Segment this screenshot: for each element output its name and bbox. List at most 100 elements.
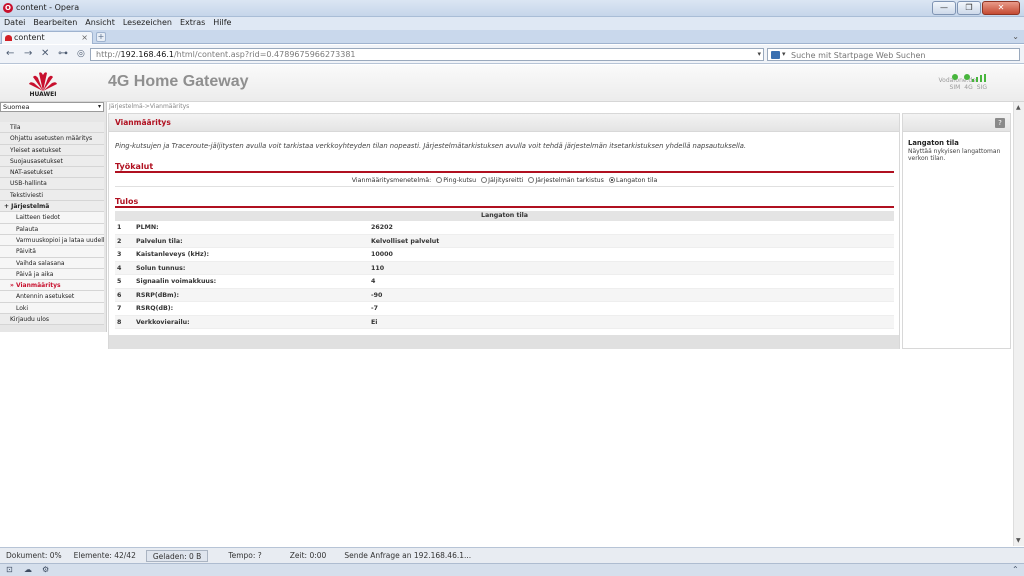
tab-content[interactable]: content × — [1, 31, 93, 44]
sidebar-item-wizard[interactable]: Ohjattu asetusten määritys — [0, 133, 104, 145]
radio-system-check[interactable] — [528, 177, 535, 183]
row-number: 8 — [117, 318, 122, 326]
sidebar-item-backup[interactable]: Varmuuskopioi ja lataa uudelleen — [0, 234, 104, 247]
method-label: Vianmääritysmenetelmä: — [351, 177, 432, 184]
sidebar-item-logout[interactable]: Kirjaudu ulos — [0, 314, 104, 326]
search-engine-dropdown-icon[interactable]: ▾ — [782, 50, 786, 58]
menu-extras[interactable]: Extras — [180, 17, 205, 30]
sidebar-item-log[interactable]: Loki — [0, 302, 104, 315]
menu-hilfe[interactable]: Hilfe — [213, 17, 231, 30]
table-row: 5 Signaalin voimakkuus: 4 — [115, 275, 894, 289]
back-arrow-icon[interactable]: ← — [6, 48, 14, 60]
tab-menu-chevron-icon[interactable]: ⌄ — [1012, 32, 1019, 41]
sig-label: SIG — [976, 84, 987, 91]
sidebar-item-device-info[interactable]: Laitteen tiedot — [0, 212, 104, 224]
row-key: Verkkovierailu: — [136, 318, 190, 326]
row-value: -7 — [371, 305, 378, 312]
menu-bearbeiten[interactable]: Bearbeiten — [33, 17, 77, 30]
cloud-icon[interactable]: ☁ — [24, 565, 32, 574]
row-key: Signaalin voimakkuus: — [136, 278, 217, 285]
radio-traceroute-label[interactable]: Jäljitysreitti — [488, 177, 523, 184]
sidebar-item-restore[interactable]: Palauta — [0, 223, 104, 235]
sidebar-item-antenna[interactable]: Antennin asetukset — [0, 291, 104, 303]
vertical-scrollbar[interactable]: ▲ ▼ — [1013, 102, 1024, 546]
status-loaded: Geladen: 0 B — [145, 549, 209, 562]
row-key: RSRQ(dB): — [136, 305, 174, 312]
help-title: Langaton tila — [908, 139, 959, 147]
sidebar-item-usb[interactable]: USB-hallinta — [0, 178, 104, 190]
menu-lesezeichen[interactable]: Lesezeichen — [123, 17, 172, 30]
page-description: Ping-kutsujen ja Traceroute-jäljitysten … — [115, 142, 747, 150]
close-window-button[interactable]: ✕ — [982, 1, 1020, 15]
table-row: 8 Verkkovierailu: Ei — [115, 315, 894, 329]
sidebar-item-password[interactable]: Vaihda salasana — [0, 257, 104, 269]
chevron-down-icon: ▾ — [97, 103, 101, 110]
table-row: 4 Solun tunnus: 110 — [115, 261, 894, 275]
expand-chevron-icon[interactable]: ⌃ — [1012, 565, 1019, 574]
address-bar[interactable]: http://192.168.46.1/html/content.asp?rid… — [90, 48, 764, 61]
forward-arrow-icon[interactable]: → — [24, 48, 32, 60]
status-document: Dokument: 0% — [6, 551, 62, 560]
tab-close-icon[interactable]: × — [81, 33, 88, 42]
main-panel-footer — [109, 335, 899, 349]
status-leds — [952, 74, 970, 80]
site-info-icon[interactable]: ◎ — [77, 48, 85, 60]
radio-ping-label[interactable]: Ping-kutsu — [443, 177, 476, 184]
sidebar-item-sms[interactable]: Tekstiviesti — [0, 189, 104, 202]
help-panel: ? Langaton tila Näyttää nykyisen langatt… — [902, 113, 1011, 349]
sidebar-item-system[interactable]: + Järjestelmä — [0, 201, 104, 213]
row-value: Kelvolliset palvelut — [371, 237, 440, 245]
results-table: Langaton tila 1 PLMN: 26202 2 Palvelun tila… — [115, 211, 894, 329]
language-select[interactable]: Suomea ▾ — [0, 102, 104, 112]
sidebar-item-datetime[interactable]: Päivä ja aika — [0, 268, 104, 281]
panel-toggle-icon[interactable]: ⊡ — [6, 565, 13, 574]
row-value: Ei — [371, 318, 378, 326]
row-value: 4 — [371, 278, 376, 285]
row-number: 2 — [117, 237, 122, 245]
sidebar-item-diagnostics[interactable]: » Vianmääritys — [0, 280, 104, 292]
results-section-title: Tulos — [115, 197, 894, 208]
language-value: Suomea — [3, 103, 30, 111]
search-input[interactable] — [791, 50, 1016, 60]
row-number: 7 — [117, 305, 122, 312]
page-title: Vianmääritys — [115, 118, 171, 127]
radio-system-check-label[interactable]: Järjestelmän tarkistus — [535, 177, 604, 184]
help-icon[interactable]: ? — [995, 118, 1005, 128]
new-tab-button[interactable]: + — [96, 32, 106, 42]
navigation-bar: ← → ✕ ⊶ ◎ http://192.168.46.1/html/conte… — [0, 45, 1024, 64]
sidebar-item-security[interactable]: Suojausasetukset — [0, 155, 104, 168]
menu-ansicht[interactable]: Ansicht — [85, 17, 115, 30]
sidebar-item-nat[interactable]: NAT-asetukset — [0, 167, 104, 179]
radio-wireless-status-label[interactable]: Langaton tila — [616, 177, 657, 184]
scroll-up-icon[interactable]: ▲ — [1016, 104, 1021, 111]
row-number: 3 — [117, 251, 122, 258]
menu-datei[interactable]: Datei — [4, 17, 25, 30]
address-text: http://192.168.46.1/html/content.asp?rid… — [96, 50, 356, 59]
scroll-down-icon[interactable]: ▼ — [1016, 537, 1021, 544]
maximize-button[interactable]: ❐ — [957, 1, 981, 15]
tab-label: content — [14, 33, 45, 42]
sidebar-item-tila[interactable]: Tila — [0, 122, 104, 134]
radio-traceroute[interactable] — [481, 177, 488, 183]
key-icon[interactable]: ⊶ — [58, 48, 68, 60]
table-row: 1 PLMN: 26202 — [115, 221, 894, 235]
search-bar[interactable]: ▾ — [767, 48, 1020, 61]
settings-gear-icon[interactable]: ⚙ — [42, 565, 49, 574]
address-dropdown-icon[interactable]: ▾ — [757, 50, 761, 58]
app-title: 4G Home Gateway — [108, 73, 249, 90]
row-value: 26202 — [371, 224, 393, 231]
search-engine-icon[interactable] — [771, 51, 780, 59]
radio-ping[interactable] — [436, 177, 443, 183]
window-titlebar: O content - Opera — ❐ ✕ — [0, 0, 1024, 17]
router-header: HUAWEI 4G Home Gateway Vodafone.de SIM 4… — [0, 65, 1024, 102]
sidebar-item-update[interactable]: Päivitä — [0, 246, 104, 258]
method-selector: Vianmääritysmenetelmä: Ping-kutsu Jäljit… — [115, 175, 894, 187]
tab-bar: content × + ⌄ — [0, 30, 1024, 44]
sim-led-icon — [952, 74, 958, 80]
stop-icon[interactable]: ✕ — [41, 48, 49, 60]
sidebar-item-general[interactable]: Yleiset asetukset — [0, 144, 104, 156]
minimize-button[interactable]: — — [932, 1, 956, 15]
results-table-header: Langaton tila — [115, 211, 894, 221]
status-elements: Elemente: 42/42 — [73, 551, 136, 560]
radio-wireless-status[interactable] — [608, 177, 615, 183]
